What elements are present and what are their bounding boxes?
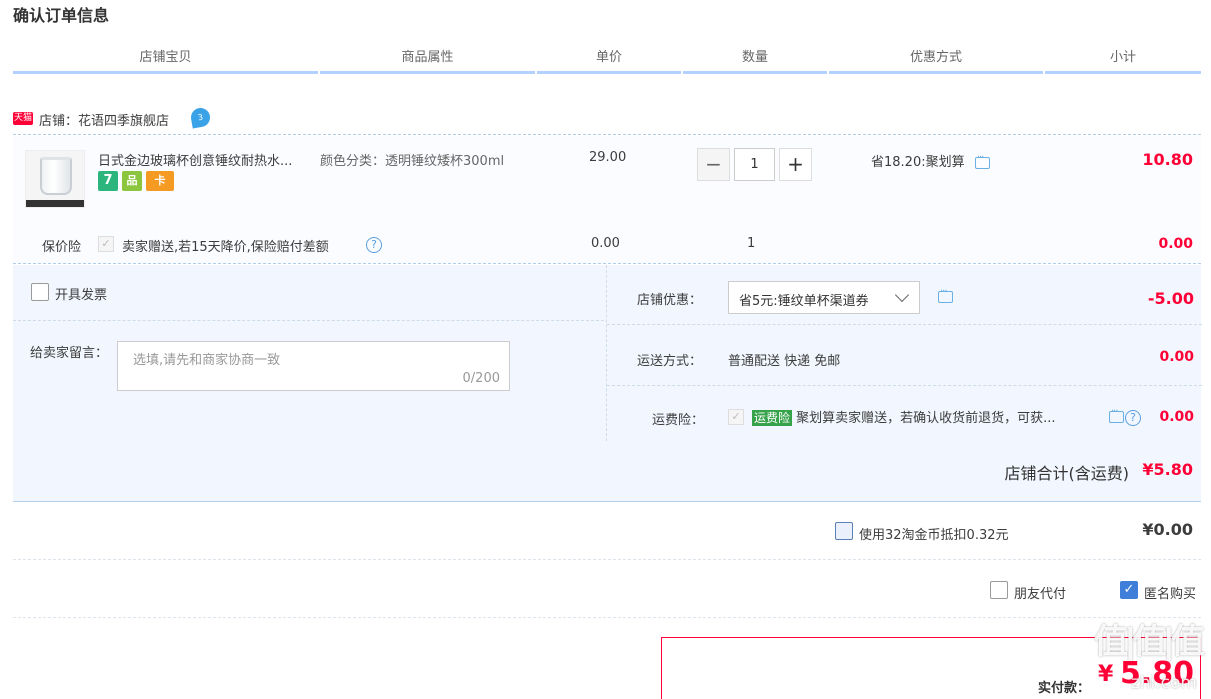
shop-discount-row: 店铺优惠： 省5元:锤纹单杯渠道券 -5.00 — [607, 265, 1202, 325]
shop-discount-label: 店铺优惠： — [637, 293, 703, 308]
product-thumbnail[interactable] — [25, 150, 85, 208]
comment-icon[interactable] — [1109, 406, 1124, 423]
page-title: 确认订单信息 — [13, 6, 110, 25]
quantity-stepper: − 1 + — [697, 148, 812, 181]
glass-cup-icon — [40, 157, 72, 195]
order-options: 开具发票 给卖家留言： 选填,请先和商家协商一致 0/200 店铺优惠： 省5元… — [13, 265, 1202, 502]
shop-line: 天猫 店铺：花语四季旗舰店 3 — [13, 106, 1201, 135]
freight-insurance-amount: 0.00 — [1159, 409, 1194, 425]
wangwang-chat-icon[interactable]: 3 — [189, 106, 212, 129]
shop-name-link[interactable]: 店铺：花语四季旗舰店 — [39, 110, 169, 129]
message-char-count: 0/200 — [462, 371, 500, 386]
shop-total-amount: ¥5.80 — [1142, 460, 1193, 479]
freight-insurance-label: 运费险： — [652, 413, 705, 428]
invoice-label: 开具发票 — [55, 288, 108, 303]
shop-discount-amount: -5.00 — [1147, 289, 1194, 308]
anonymous-checkbox[interactable]: ✓ — [1120, 581, 1138, 599]
comment-icon[interactable] — [938, 286, 953, 303]
column-header-subtotal: 小计 — [1045, 48, 1201, 74]
quantity-input[interactable]: 1 — [734, 148, 775, 181]
promo-text: 省18.20:聚划算 — [871, 155, 965, 170]
quantity-minus-button[interactable]: − — [697, 148, 730, 181]
shop-discount-value: 省5元:锤纹单杯渠道券 — [739, 294, 869, 309]
payment-label: 实付款： — [1038, 681, 1091, 696]
message-label: 给卖家留言： — [30, 346, 109, 361]
card-payment-icon[interactable]: 卡 — [146, 171, 174, 191]
freight-insurance-text: 聚划算卖家赠送，若确认收货前退货，可获... — [796, 411, 1056, 426]
coin-checkbox[interactable] — [835, 522, 853, 540]
tmall-guarantee-icon[interactable]: 品 — [122, 171, 142, 191]
payment-options-row: 朋友代付 ✓ 匿名购买 — [13, 561, 1201, 618]
shop-total-line: 店铺合计(含运费) ¥5.80 — [13, 441, 1201, 502]
message-textarea[interactable]: 选填,请先和商家协商一致 0/200 — [117, 341, 510, 391]
unit-price: 29.00 — [589, 150, 627, 165]
shop-discount-select[interactable]: 省5元:锤纹单杯渠道券 — [728, 281, 920, 314]
product-sku: 颜色分类：透明锤纹矮杯300ml — [320, 154, 505, 169]
invoice-checkbox[interactable] — [31, 283, 49, 301]
order-item: 日式金边玻璃杯创意锤纹耐热水... 7 品 卡 颜色分类：透明锤纹矮杯300ml… — [13, 136, 1201, 264]
insurance-subtotal: 0.00 — [1158, 236, 1193, 252]
invoice-section: 开具发票 — [13, 265, 604, 321]
column-header-quantity: 数量 — [683, 48, 827, 74]
freight-insurance-row: 运费险： ✓ 运费险 聚划算卖家赠送，若确认收货前退货，可获... ? 0.00 — [607, 387, 1202, 441]
question-icon[interactable]: ? — [1125, 410, 1141, 426]
delivery-label: 运送方式： — [637, 354, 703, 369]
payment-currency: ¥ — [1098, 662, 1114, 687]
coin-amount: ¥0.00 — [1142, 520, 1193, 539]
product-title-link[interactable]: 日式金边玻璃杯创意锤纹耐热水... — [98, 150, 318, 169]
quantity-plus-button[interactable]: + — [779, 148, 812, 181]
promo-info: 省18.20:聚划算 — [871, 151, 990, 170]
insurance-text: 卖家赠送,若15天降价,保险赔付差额 — [122, 240, 329, 255]
insurance-label: 保价险 — [42, 240, 82, 255]
item-subtotal: 10.80 — [1142, 150, 1193, 169]
delivery-amount: 0.00 — [1159, 349, 1194, 365]
friend-pay-label: 朋友代付 — [1014, 587, 1067, 602]
column-header-price: 单价 — [537, 48, 681, 74]
freight-insurance-info: 运费险 聚划算卖家赠送，若确认收货前退货，可获... — [752, 407, 1056, 426]
column-header-item: 店铺宝贝 — [13, 48, 318, 74]
coin-label: 使用32淘金币抵扣0.32元 — [859, 528, 1009, 543]
comment-icon[interactable] — [974, 152, 990, 169]
friend-pay-checkbox[interactable] — [990, 581, 1008, 599]
message-section: 给卖家留言： 选填,请先和商家协商一致 0/200 — [13, 322, 604, 441]
insurance-checkbox[interactable]: ✓ — [98, 236, 114, 252]
watermark-logo: 值|值|值 — [1094, 622, 1205, 662]
insurance-quantity: 1 — [747, 236, 756, 251]
chevron-down-icon — [894, 287, 910, 303]
seven-day-return-icon[interactable]: 7 — [98, 171, 118, 191]
column-header-discount: 优惠方式 — [829, 48, 1043, 74]
question-icon[interactable]: ? — [366, 237, 382, 253]
watermark-url: zhi.com — [1130, 673, 1197, 693]
shop-options: 店铺优惠： 省5元:锤纹单杯渠道券 -5.00 运送方式： 普通配送 快递 免邮… — [606, 265, 1202, 441]
table-header: 店铺宝贝 商品属性 单价 数量 优惠方式 小计 — [13, 48, 1201, 74]
taobao-coin-row: 使用32淘金币抵扣0.32元 ¥0.00 — [13, 503, 1201, 560]
message-placeholder: 选填,请先和商家协商一致 — [133, 353, 281, 368]
insurance-price: 0.00 — [591, 236, 620, 251]
freight-insurance-tag: 运费险 — [752, 410, 793, 426]
tmall-icon: 天猫 — [13, 112, 33, 125]
delivery-row: 运送方式： 普通配送 快递 免邮 0.00 — [607, 326, 1202, 386]
freight-insurance-checkbox[interactable]: ✓ — [728, 409, 744, 425]
shop-total-label: 店铺合计(含运费) — [1004, 464, 1130, 483]
column-header-attributes: 商品属性 — [320, 48, 535, 74]
anonymous-label: 匿名购买 — [1144, 587, 1197, 602]
delivery-value: 普通配送 快递 免邮 — [728, 354, 841, 369]
